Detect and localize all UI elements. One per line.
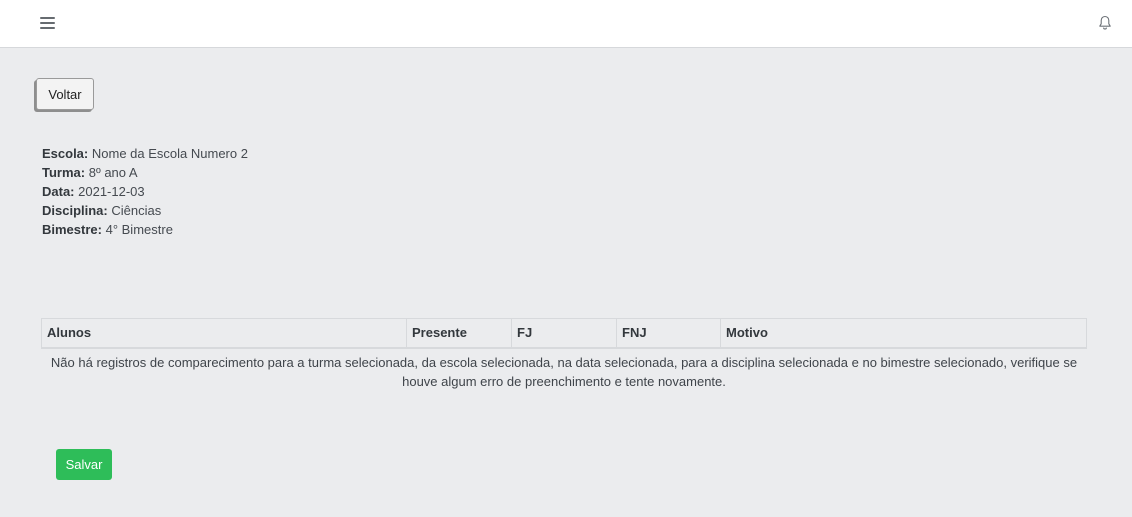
- table-header-row: Alunos Presente FJ FNJ Motivo: [41, 318, 1087, 349]
- back-button[interactable]: Voltar: [36, 78, 94, 110]
- save-button[interactable]: Salvar: [56, 449, 112, 480]
- info-label: Turma:: [42, 165, 86, 180]
- info-bimestre: Bimestre: 4° Bimestre: [42, 220, 248, 239]
- column-header-fnj: FNJ: [616, 318, 721, 349]
- hamburger-menu-icon[interactable]: [40, 16, 55, 30]
- column-header-alunos: Alunos: [41, 318, 407, 349]
- info-label: Bimestre:: [42, 222, 102, 237]
- empty-table-message: Não há registros de comparecimento para …: [50, 355, 1078, 389]
- bell-icon[interactable]: [1098, 15, 1112, 31]
- info-escola: Escola: Nome da Escola Numero 2: [42, 144, 248, 163]
- info-data: Data: 2021-12-03: [42, 182, 248, 201]
- info-value: 8º ano A: [88, 165, 138, 180]
- info-turma: Turma: 8º ano A: [42, 163, 248, 182]
- info-value: Nome da Escola Numero 2: [91, 146, 248, 161]
- info-label: Data:: [42, 184, 75, 199]
- info-label: Escola:: [42, 146, 89, 161]
- info-label: Disciplina:: [42, 203, 108, 218]
- info-disciplina: Disciplina: Ciências: [42, 201, 248, 220]
- info-value: Ciências: [111, 203, 162, 218]
- attendance-table: Alunos Presente FJ FNJ Motivo: [41, 318, 1087, 349]
- column-header-motivo: Motivo: [720, 318, 1087, 349]
- class-info: Escola: Nome da Escola Numero 2 Turma: 8…: [42, 144, 248, 239]
- top-navbar: [0, 0, 1132, 48]
- column-header-presente: Presente: [406, 318, 512, 349]
- info-value: 4° Bimestre: [105, 222, 173, 237]
- info-value: 2021-12-03: [78, 184, 145, 199]
- column-header-fj: FJ: [511, 318, 617, 349]
